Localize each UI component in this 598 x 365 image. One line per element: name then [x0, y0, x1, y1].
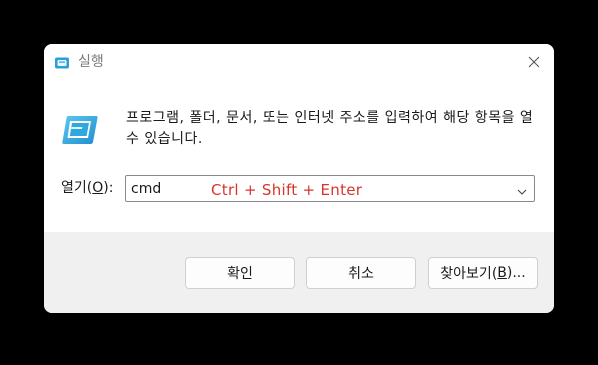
cancel-button[interactable]: 취소	[306, 257, 416, 289]
run-icon	[60, 112, 100, 146]
run-dialog: 실행 프로그램, 폴더, 문서, 또는 인터넷 주소를 입력하여 해당 항목을 …	[44, 44, 554, 313]
ok-button[interactable]: 확인	[185, 257, 295, 289]
browse-label-suffix: )...	[506, 265, 526, 281]
description-text: 프로그램, 폴더, 문서, 또는 인터넷 주소를 입력하여 해당 항목을 열 수…	[126, 110, 534, 147]
shortcut-annotation: Ctrl + Shift + Enter	[211, 181, 363, 199]
open-combobox[interactable]: cmd Ctrl + Shift + Enter	[125, 175, 535, 202]
open-input[interactable]: cmd	[131, 179, 161, 199]
close-icon	[528, 56, 540, 68]
browse-button[interactable]: 찾아보기(B)...	[428, 257, 538, 289]
open-label-hotkey: O	[92, 180, 104, 196]
title-bar[interactable]: 실행	[44, 44, 554, 80]
chevron-down-icon[interactable]	[516, 183, 528, 195]
open-label-prefix: 열기(	[61, 180, 93, 196]
dialog-content: 프로그램, 폴더, 문서, 또는 인터넷 주소를 입력하여 해당 항목을 열 수…	[44, 80, 554, 232]
run-icon	[54, 55, 70, 69]
open-label: 열기(O):	[61, 178, 113, 198]
open-label-suffix: ):	[103, 180, 114, 196]
browse-label-hotkey: B	[497, 265, 507, 281]
window-title: 실행	[78, 54, 104, 70]
close-button[interactable]	[524, 52, 544, 72]
browse-label-prefix: 찾아보기(	[440, 266, 498, 282]
button-bar: 확인 취소 찾아보기(B)...	[44, 232, 554, 313]
